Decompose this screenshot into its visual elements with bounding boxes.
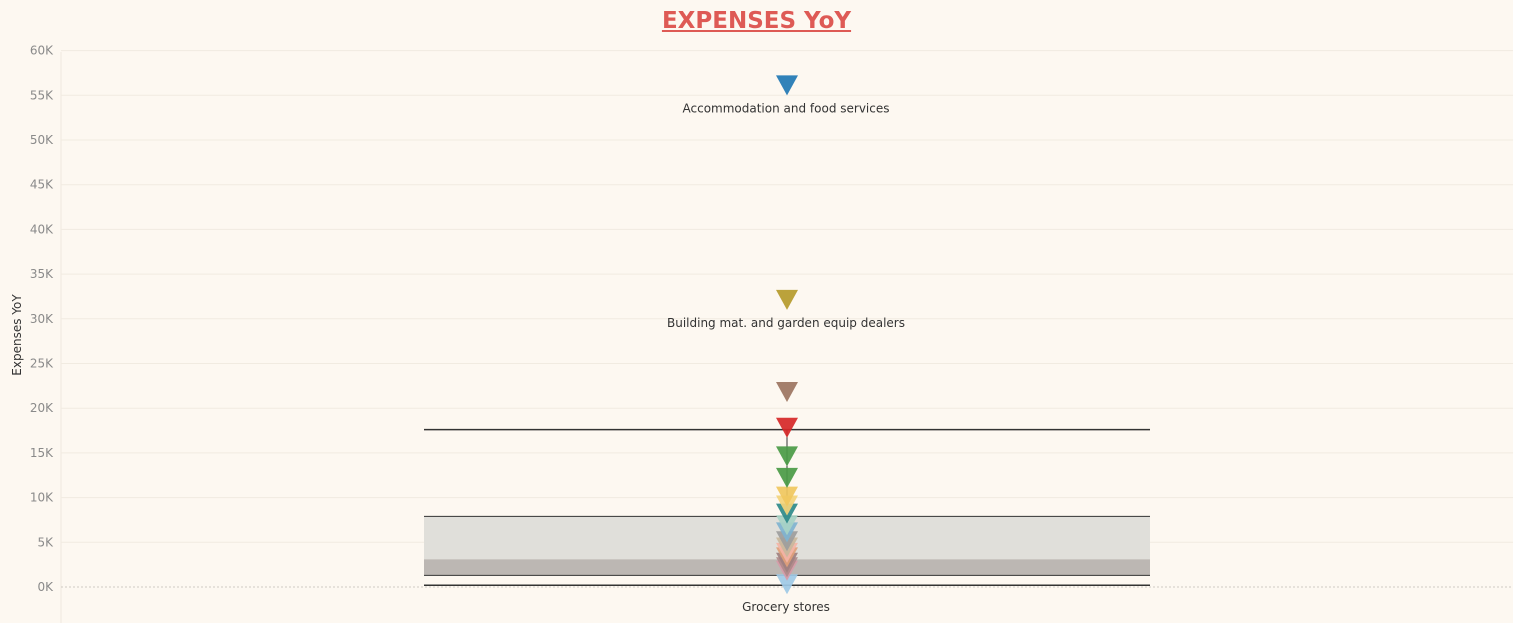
data-point-marker <box>776 289 798 310</box>
y-tick-label: 45K <box>30 178 54 192</box>
data-point-marker <box>776 446 798 467</box>
data-point-label: Accommodation and food services <box>683 101 890 115</box>
y-tick-label: 15K <box>30 446 54 460</box>
y-tick-label: 50K <box>30 133 54 147</box>
y-tick-label: 40K <box>30 222 54 236</box>
y-tick-label: 10K <box>30 491 54 505</box>
data-point-marker <box>776 417 798 438</box>
y-tick-label: 25K <box>30 357 54 371</box>
y-tick-label: 30K <box>30 312 54 326</box>
data-point-marker <box>776 467 798 488</box>
data-point-marker <box>776 382 798 403</box>
y-tick-label: 35K <box>30 267 54 281</box>
y-tick-label: 55K <box>30 88 54 102</box>
y-tick-label: 20K <box>30 401 54 415</box>
data-marks <box>776 75 798 595</box>
y-axis: 0K 5K 10K 15K 20K 25K 30K 35K 40K 45K 50K 55K 60K <box>30 44 54 594</box>
y-tick-label: 60K <box>30 44 54 58</box>
y-tick-label: 0K <box>37 580 54 594</box>
y-axis-label: Expenses YoY <box>10 294 24 376</box>
data-point-label: Building mat. and garden equip dealers <box>667 316 905 330</box>
data-point-label: Grocery stores <box>742 600 830 614</box>
data-point-marker <box>776 75 798 96</box>
y-tick-label: 5K <box>37 535 54 549</box>
chart-canvas: 0K 5K 10K 15K 20K 25K 30K 35K 40K 45K 50K 55K 60K Ex… <box>10 44 1513 623</box>
